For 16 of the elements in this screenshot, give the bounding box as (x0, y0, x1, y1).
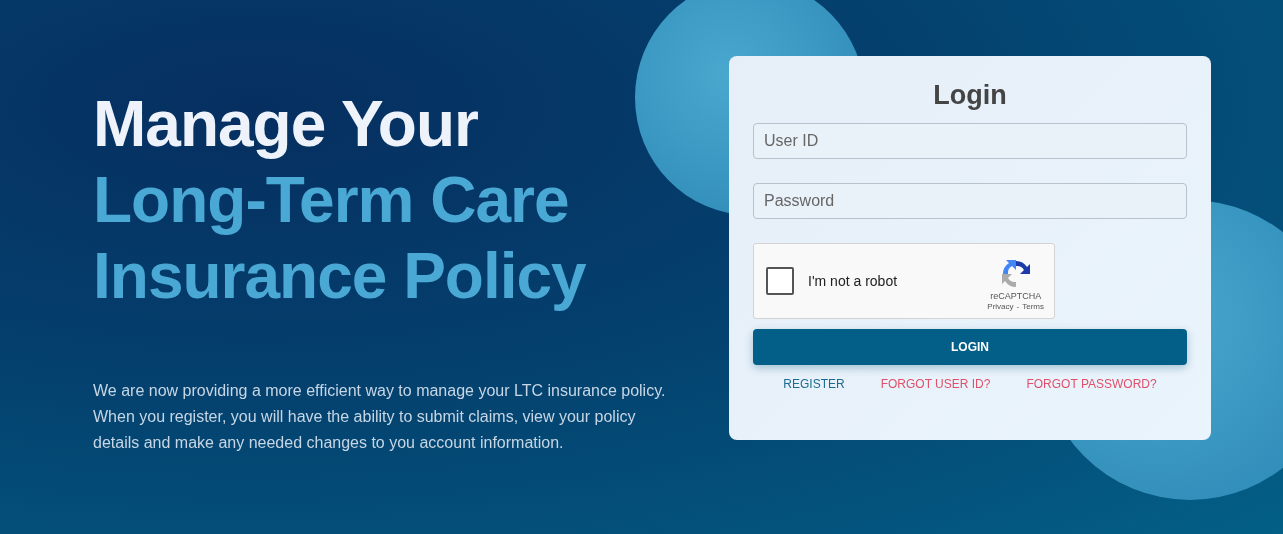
headline-text: Manage Your (93, 87, 479, 162)
captcha-checkbox[interactable] (766, 267, 794, 295)
login-title: Login (932, 80, 1008, 111)
separator-text: - (1016, 301, 1020, 311)
captcha-brand: reCAPTCHA (990, 290, 1042, 301)
privacy-link[interactable]: Privacy (987, 301, 1014, 311)
login-button[interactable]: LOGIN (753, 329, 1187, 365)
captcha-logo-icon (999, 257, 1032, 290)
captcha-label: I'm not a robot (808, 273, 899, 289)
input-field[interactable]: Password (753, 183, 1187, 219)
headline-text: Long-Term Care (93, 163, 570, 238)
terms-link[interactable]: Terms (1022, 301, 1044, 311)
link[interactable]: REGISTER (783, 377, 845, 391)
input-field[interactable]: User ID (753, 123, 1187, 159)
headline-text: Insurance Policy (93, 239, 587, 314)
description-text: We are now providing a more efficient way to manage your LTC insurance policy. When you register, you will have the ability to submit claims, view your policy details and make any needed changes to you account information. (93, 381, 667, 453)
